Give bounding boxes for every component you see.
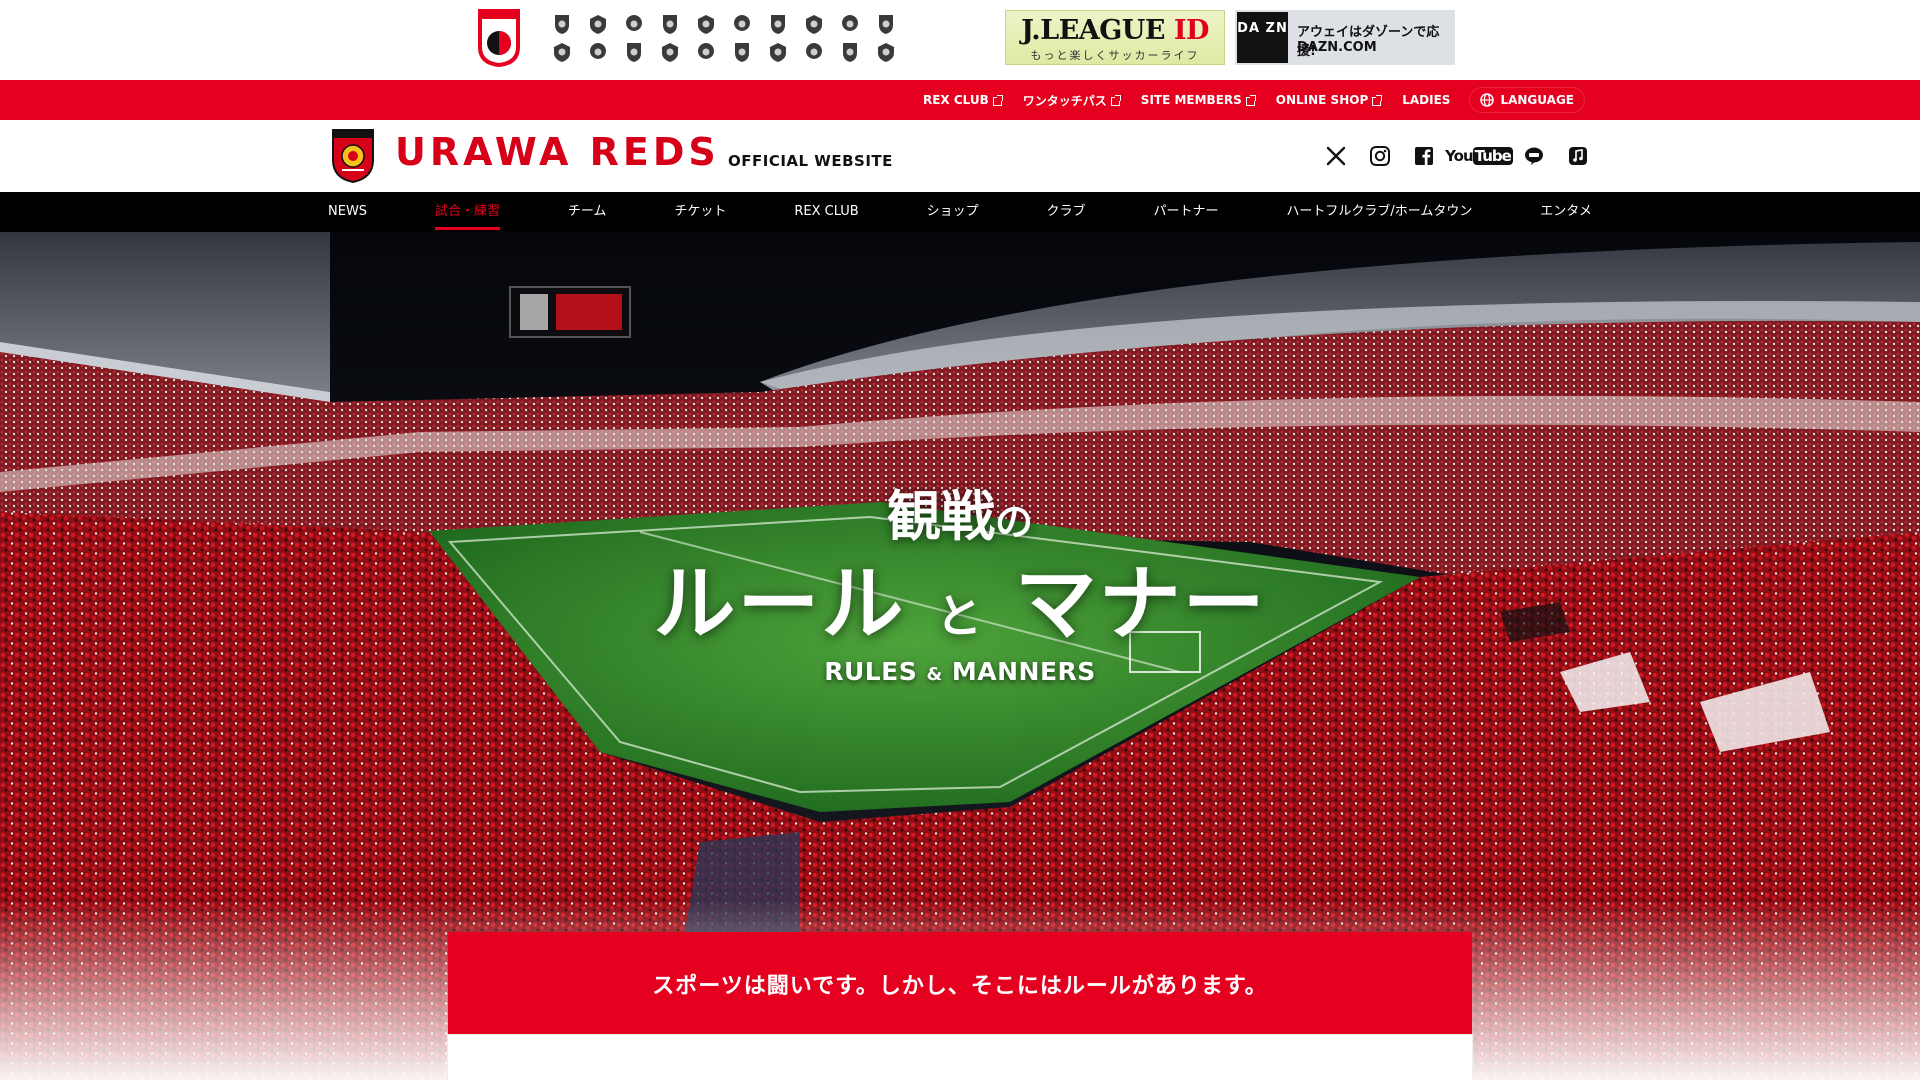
dazn-logo: DA ZN <box>1237 12 1288 63</box>
club-badge-10-icon[interactable] <box>868 10 904 38</box>
brand-subtitle: OFFICIAL WEBSITE <box>728 152 893 170</box>
nav-item-entertainment[interactable]: エンタメ <box>1540 192 1592 232</box>
jleague-id-banner[interactable]: J.LEAGUE ID もっと楽しくサッカーライフ <box>1005 10 1225 65</box>
club-badge-8-icon[interactable] <box>796 10 832 38</box>
instagram-icon[interactable] <box>1368 144 1392 168</box>
util-link-one-touch-pass[interactable]: ワンタッチパス <box>1023 92 1121 109</box>
external-link-icon <box>1245 95 1256 106</box>
hero-title-en-manners: MANNERS <box>951 657 1096 686</box>
external-link-icon <box>1110 95 1121 106</box>
main-nav-items: NEWS 試合・練習 チーム チケット REX CLUB ショップ クラブ パー… <box>328 192 1592 232</box>
club-badge-6-icon[interactable] <box>724 10 760 38</box>
youtube-tube: Tube <box>1472 147 1513 165</box>
hero-title-rules: ルール <box>653 557 906 652</box>
club-badge-4-icon[interactable] <box>652 10 688 38</box>
youtube-icon[interactable]: You Tube <box>1445 144 1513 168</box>
jleague-logo[interactable] <box>476 7 522 69</box>
util-link-site-members[interactable]: SITE MEMBERS <box>1141 93 1256 107</box>
club-badges <box>544 10 904 66</box>
jleague-id-subtitle: もっと楽しくサッカーライフ <box>1030 49 1200 62</box>
util-link-label: REX CLUB <box>922 93 989 107</box>
dazn-banner[interactable]: DA ZN アウェイはダゾーンで応援! DAZN.COM <box>1235 10 1455 65</box>
club-badge-20-icon[interactable] <box>868 38 904 66</box>
facebook-icon[interactable] <box>1412 144 1436 168</box>
nav-item-rex-club[interactable]: REX CLUB <box>794 192 858 232</box>
statement-box: スポーツは闘いです。しかし、そこにはルールがあります。 <box>448 932 1472 1035</box>
site-header: URAWA REDS OFFICIAL WEBSITE You Tube <box>0 120 1920 192</box>
util-link-label: LADIES <box>1402 93 1451 107</box>
globe-icon <box>1480 93 1495 107</box>
nav-item-team[interactable]: チーム <box>568 192 607 232</box>
hero-title-en-rules: RULES <box>824 657 918 686</box>
utility-links: REX CLUB ワンタッチパス SITE MEMBERS ONLINE SHO… <box>923 80 1584 120</box>
nav-item-ticket[interactable]: チケット <box>674 192 726 232</box>
external-link-icon <box>992 95 1003 106</box>
club-badge-19-icon[interactable] <box>832 38 868 66</box>
club-badge-17-icon[interactable] <box>760 38 796 66</box>
external-link-icon <box>1372 95 1383 106</box>
hero-title-en-amp: & <box>926 664 943 685</box>
youtube-you: You <box>1445 147 1473 165</box>
language-button[interactable]: LANGUAGE <box>1470 88 1584 112</box>
music-icon[interactable] <box>1566 144 1590 168</box>
main-nav: NEWS 試合・練習 チーム チケット REX CLUB ショップ クラブ パー… <box>0 192 1920 232</box>
club-badge-9-icon[interactable] <box>832 10 868 38</box>
nav-item-matches[interactable]: 試合・練習 <box>434 192 500 232</box>
x-icon[interactable] <box>1324 144 1348 168</box>
content-panel <box>448 1035 1472 1080</box>
urawa-reds-crest[interactable] <box>330 126 376 184</box>
hero-title-to: と <box>936 589 984 643</box>
club-badge-11-icon[interactable] <box>544 38 580 66</box>
club-badge-18-icon[interactable] <box>796 38 832 66</box>
util-link-label: ワンタッチパス <box>1022 93 1107 108</box>
nav-item-partner[interactable]: パートナー <box>1153 192 1218 232</box>
hero-title-english: RULES & MANNERS <box>0 657 1920 686</box>
line-icon[interactable] <box>1522 144 1546 168</box>
nav-item-club[interactable]: クラブ <box>1047 192 1086 232</box>
nav-item-shop[interactable]: ショップ <box>927 192 979 232</box>
dazn-url: DAZN.COM <box>1297 40 1377 55</box>
club-badge-14-icon[interactable] <box>652 38 688 66</box>
club-badge-1-icon[interactable] <box>544 10 580 38</box>
language-label: LANGUAGE <box>1500 93 1574 107</box>
club-badge-3-icon[interactable] <box>616 10 652 38</box>
brand-wordmark[interactable]: URAWA REDS <box>395 130 720 174</box>
jleague-id-accent: ID <box>1173 15 1210 46</box>
hero-title-manners: マナー <box>1014 557 1267 652</box>
club-badge-15-icon[interactable] <box>688 38 724 66</box>
jleague-id-title: J.LEAGUE <box>1021 15 1165 46</box>
hero-title-line2: ルール と マナー <box>0 537 1920 656</box>
club-badge-7-icon[interactable] <box>760 10 796 38</box>
util-link-rex-club[interactable]: REX CLUB <box>923 93 1003 107</box>
club-badge-12-icon[interactable] <box>580 38 616 66</box>
util-link-online-shop[interactable]: ONLINE SHOP <box>1275 93 1383 107</box>
social-links: You Tube <box>1324 144 1590 168</box>
nav-item-heartful-club[interactable]: ハートフルクラブ/ホームタウン <box>1286 192 1472 232</box>
club-badge-16-icon[interactable] <box>724 38 760 66</box>
club-badge-2-icon[interactable] <box>580 10 616 38</box>
club-badge-5-icon[interactable] <box>688 10 724 38</box>
statement-text: スポーツは闘いです。しかし、そこにはルールがあります。 <box>652 973 1268 999</box>
util-link-ladies[interactable]: LADIES <box>1402 93 1450 107</box>
jleague-strip: J.LEAGUE ID もっと楽しくサッカーライフ DA ZN アウェイはダゾー… <box>0 0 1920 80</box>
util-link-label: SITE MEMBERS <box>1140 93 1242 107</box>
club-badge-13-icon[interactable] <box>616 38 652 66</box>
utility-bar: REX CLUB ワンタッチパス SITE MEMBERS ONLINE SHO… <box>0 80 1920 120</box>
nav-item-news[interactable]: NEWS <box>328 192 367 232</box>
util-link-label: ONLINE SHOP <box>1275 93 1369 107</box>
